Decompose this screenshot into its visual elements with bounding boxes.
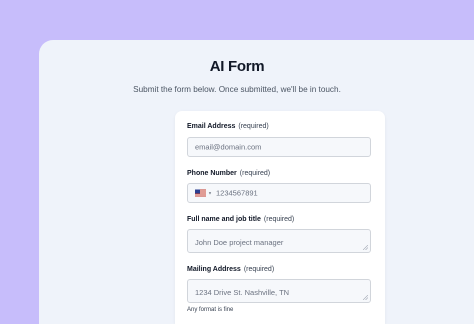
name-title-label: Full name and job title <box>187 216 261 223</box>
resize-handle-icon[interactable] <box>363 295 368 300</box>
required-tag: (required) <box>238 123 269 130</box>
required-tag: (required) <box>243 266 275 273</box>
email-label: Email Address <box>187 123 236 130</box>
us-flag-icon[interactable] <box>195 189 206 197</box>
address-placeholder: 1234 Drive St. Nashville, TN <box>195 288 290 297</box>
phone-placeholder: 1234567891 <box>216 188 258 198</box>
email-input[interactable]: email@domain.com <box>187 137 371 157</box>
address-textarea[interactable]: 1234 Drive St. Nashville, TN <box>187 279 371 303</box>
phone-label: Phone Number <box>187 170 237 177</box>
name-title-field-group: Full name and job title (required) John D… <box>187 216 373 253</box>
phone-input[interactable]: ▼ 1234567891 <box>187 183 371 203</box>
required-tag: (required) <box>239 170 271 177</box>
page-subtitle: Submit the form below. Once submitted, w… <box>133 85 341 94</box>
chevron-down-icon[interactable]: ▼ <box>208 191 212 196</box>
phone-field-group: Phone Number (required) ▼ 1234567891 <box>187 170 373 203</box>
name-title-textarea[interactable]: John Doe project manager <box>187 229 371 253</box>
resize-handle-icon[interactable] <box>363 245 368 250</box>
email-field-group: Email Address (required) email@domain.com <box>187 123 373 157</box>
address-label: Mailing Address <box>187 266 241 273</box>
form-card: Email Address (required) email@domain.com… <box>175 111 385 324</box>
page-title: AI Form <box>209 58 265 75</box>
required-tag: (required) <box>263 216 295 223</box>
address-field-group: Mailing Address (required) 1234 Drive St.… <box>187 266 373 313</box>
name-title-placeholder: John Doe project manager <box>195 238 284 247</box>
address-help-text: Any format is fine <box>187 307 234 313</box>
email-placeholder: email@domain.com <box>195 142 262 152</box>
